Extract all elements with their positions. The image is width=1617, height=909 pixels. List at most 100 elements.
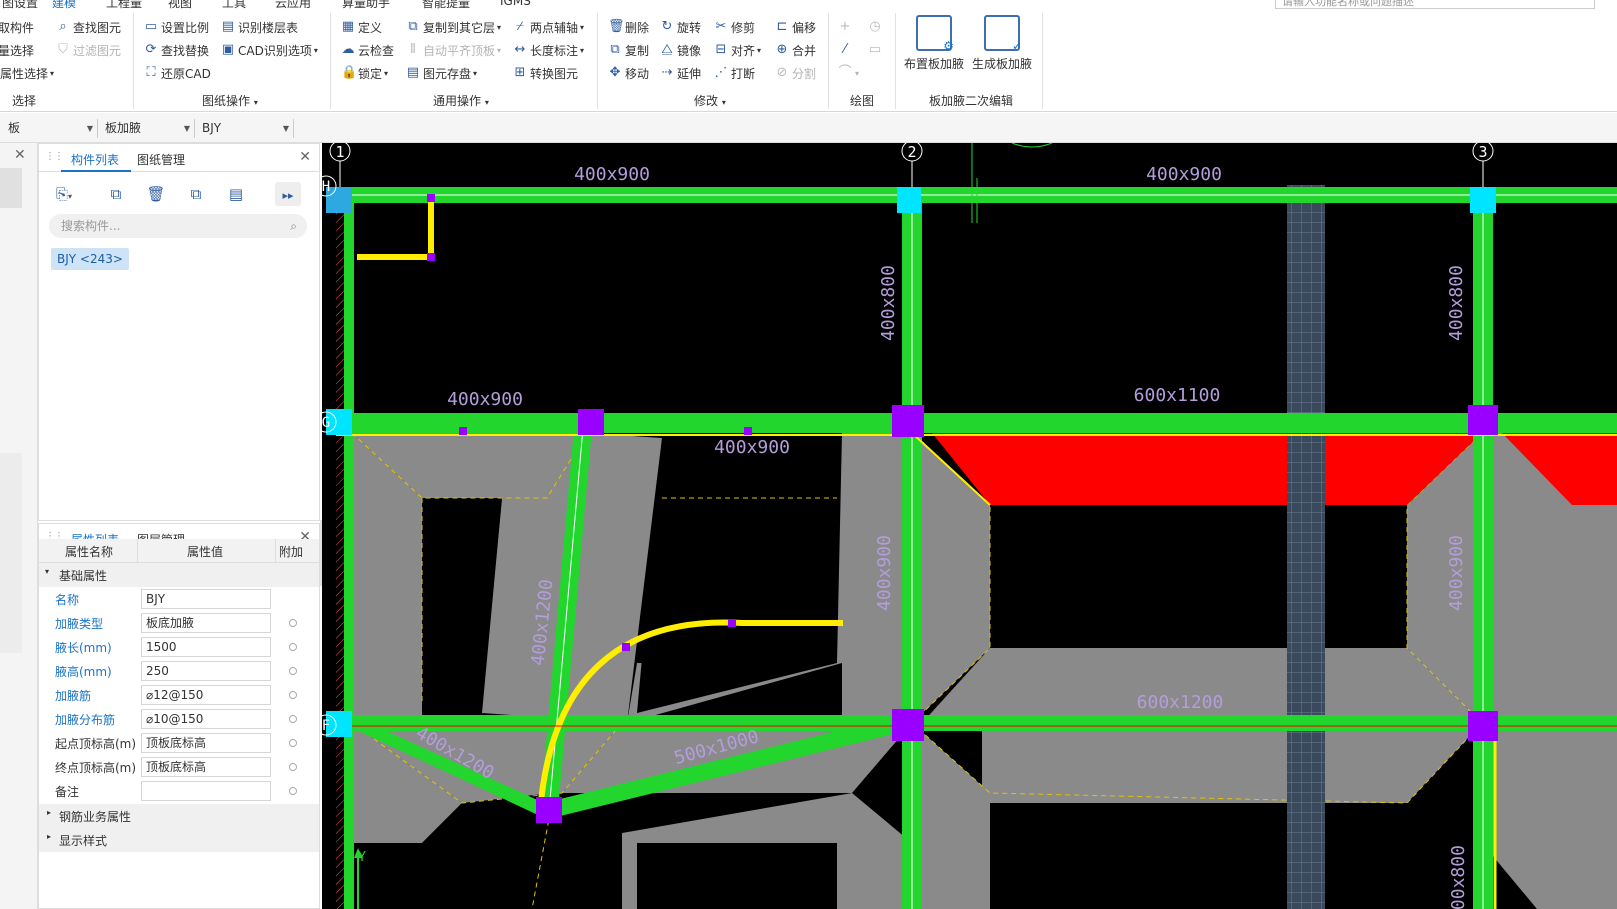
- chevron-down-icon: ▼: [86, 124, 93, 133]
- pick-component-button[interactable]: 拾取构件: [0, 17, 34, 37]
- find-replace-button[interactable]: ⟳ 查找替换: [144, 40, 209, 60]
- tab-drawing-manage[interactable]: 图纸管理: [137, 151, 185, 168]
- extra-checkbox[interactable]: [289, 691, 297, 699]
- point-draw-button[interactable]: +: [838, 17, 855, 37]
- extra-checkbox[interactable]: [289, 763, 297, 771]
- section-basic-properties[interactable]: ▾ 基础属性: [39, 563, 319, 587]
- drag-grip-icon[interactable]: ⋮⋮: [45, 151, 64, 162]
- align-button[interactable]: ⊟ 对齐 ▾: [714, 40, 761, 60]
- extra-checkbox[interactable]: [289, 643, 297, 651]
- generate-haunch-button[interactable]: ✓ 生成板加腋: [968, 15, 1036, 72]
- prop-value-input[interactable]: ⌀12@150: [141, 685, 271, 705]
- break-button[interactable]: ⋰ 打断: [714, 63, 756, 83]
- delete-component-button[interactable]: 🗑: [143, 182, 169, 206]
- prop-value-input[interactable]: ⌀10@150: [141, 709, 271, 729]
- extra-checkbox[interactable]: [289, 619, 297, 627]
- rect-draw-button[interactable]: ▭: [868, 40, 885, 60]
- tab-component-list[interactable]: 构件列表: [71, 151, 119, 168]
- copy-component-button[interactable]: ⧉: [103, 182, 129, 206]
- extra-checkbox[interactable]: [289, 715, 297, 723]
- prop-value-input[interactable]: [141, 781, 271, 801]
- trim-button[interactable]: ✂ 修剪: [714, 17, 755, 37]
- auto-align-button[interactable]: ⫴ 自动平齐顶板 ▾: [406, 40, 501, 60]
- component-tag-bjy[interactable]: BJY <243>: [51, 248, 129, 270]
- lock-label: 锁定: [358, 66, 383, 81]
- batch-select-button[interactable]: 批量选择: [0, 40, 34, 60]
- menu-modeling[interactable]: 建模: [52, 0, 76, 9]
- copy-icon: ⧉: [110, 185, 122, 203]
- extra-checkbox[interactable]: [289, 739, 297, 747]
- feature-search-input[interactable]: 请输入功能名称或问题描述: [1275, 0, 1595, 9]
- merge-button[interactable]: ⊕ 合并: [775, 40, 816, 60]
- convert-element-button[interactable]: ⊞ 转换图元: [513, 63, 578, 83]
- cloud-check-button[interactable]: ☁ 云检查: [341, 40, 395, 60]
- cad-options-button[interactable]: ▣ CAD识别选项 ▾: [221, 40, 318, 60]
- group-modify-label: 修改 ▾: [694, 94, 726, 108]
- move-button[interactable]: ✥ 移动: [608, 63, 649, 83]
- set-scale-button[interactable]: ▭ 设置比例: [144, 17, 209, 37]
- lock-icon: 🔒: [341, 65, 358, 80]
- nav-tab[interactable]: [0, 453, 22, 653]
- arc-draw-button[interactable]: ⌒ ▾: [838, 63, 859, 83]
- extra-checkbox[interactable]: [289, 787, 297, 795]
- new-component-button[interactable]: ⎘▾: [51, 182, 77, 206]
- restore-cad-button[interactable]: ⛶ 还原CAD: [144, 63, 210, 83]
- menu-cloud[interactable]: 云应用: [275, 0, 311, 9]
- layer-copy-button[interactable]: ⧉: [183, 182, 209, 206]
- extend-button[interactable]: ⇢ 延伸: [660, 63, 701, 83]
- menu-tools[interactable]: 工具: [222, 0, 246, 9]
- menu-smart[interactable]: 智能提量: [422, 0, 470, 9]
- component-type-select[interactable]: 板加腋 ▼: [99, 119, 195, 138]
- section-display-style[interactable]: ▸ 显示样式: [39, 828, 319, 852]
- circle-draw-button[interactable]: ◷: [868, 17, 885, 37]
- attr-select-button[interactable]: 按属性选择▾: [0, 63, 54, 83]
- split-icon: ⊘: [776, 65, 788, 80]
- mirror-button[interactable]: ⧋ 镜像: [660, 40, 701, 60]
- save-element-button[interactable]: ▤ 图元存盘 ▾: [406, 63, 477, 83]
- floor-type-select[interactable]: 板 ▼: [2, 119, 98, 138]
- more-tools-button[interactable]: ▸▸: [275, 182, 301, 206]
- two-point-axis-button[interactable]: ⌿ 两点辅轴 ▾: [513, 17, 584, 37]
- beam-size-label: 400x900: [574, 164, 650, 185]
- menu-assistant[interactable]: 算量助手: [342, 0, 390, 9]
- lock-button[interactable]: 🔒 锁定 ▾: [341, 63, 388, 83]
- identify-floors-button[interactable]: ▤ 识别楼层表: [221, 17, 298, 37]
- prop-value-input[interactable]: 顶板底标高: [141, 733, 271, 753]
- close-icon[interactable]: ✕: [299, 149, 311, 165]
- property-row-haunch-height: 腋高(mm) 250: [39, 659, 319, 683]
- prop-value-input[interactable]: 1500: [141, 637, 271, 657]
- prop-value-input[interactable]: 顶板底标高: [141, 757, 271, 777]
- drawing-canvas[interactable]: 400x900 400x900 400x900 400x900 400x800 400x8…: [322, 143, 1617, 909]
- prop-value-input[interactable]: 板底加腋: [141, 613, 271, 633]
- menu-igms[interactable]: IGMS: [500, 0, 531, 8]
- group-haunch-label: 板加腋二次编辑: [929, 94, 1014, 108]
- prop-value-input[interactable]: BJY: [141, 589, 271, 609]
- delete-button[interactable]: 🗑 删除: [608, 17, 649, 37]
- align-icon: ⊟: [715, 42, 727, 57]
- prop-value-input[interactable]: 250: [141, 661, 271, 681]
- find-element-button[interactable]: ⌕ 查找图元: [56, 17, 121, 37]
- filter-element-button[interactable]: ⛉ 过滤图元: [56, 40, 121, 60]
- close-icon[interactable]: ✕: [14, 147, 26, 163]
- copy-to-layer-button[interactable]: ⧉ 复制到其它层 ▾: [406, 17, 501, 37]
- component-search-input[interactable]: 搜索构件... ⌕: [49, 214, 307, 238]
- rotate-button[interactable]: ↻ 旋转: [660, 17, 701, 37]
- beam-size-label: 400x800: [1448, 845, 1469, 909]
- copy-button[interactable]: ⧉ 复制: [608, 40, 649, 60]
- store-component-button[interactable]: ▤: [223, 182, 249, 206]
- menu-quantity[interactable]: 工程量: [106, 0, 142, 9]
- beam-size-label: 400x900: [874, 535, 895, 611]
- define-button[interactable]: ▦ 定义: [341, 17, 382, 37]
- place-haunch-button[interactable]: ⚙ 布置板加腋: [900, 15, 968, 72]
- offset-button[interactable]: ⊏ 偏移: [775, 17, 816, 37]
- line-draw-button[interactable]: ⁄: [838, 40, 855, 60]
- section-rebar-properties[interactable]: ▸ 钢筋业务属性: [39, 804, 319, 828]
- length-dim-button[interactable]: ↔ 长度标注 ▾: [513, 40, 584, 60]
- extra-checkbox[interactable]: [289, 667, 297, 675]
- menu-settings[interactable]: 图设置: [2, 0, 38, 9]
- component-name-select[interactable]: BJY ▼: [196, 119, 294, 138]
- menu-view[interactable]: 视图: [168, 0, 192, 9]
- save-label: 图元存盘: [423, 66, 472, 81]
- split-button[interactable]: ⊘ 分割: [775, 63, 816, 83]
- nav-tab[interactable]: [0, 168, 22, 208]
